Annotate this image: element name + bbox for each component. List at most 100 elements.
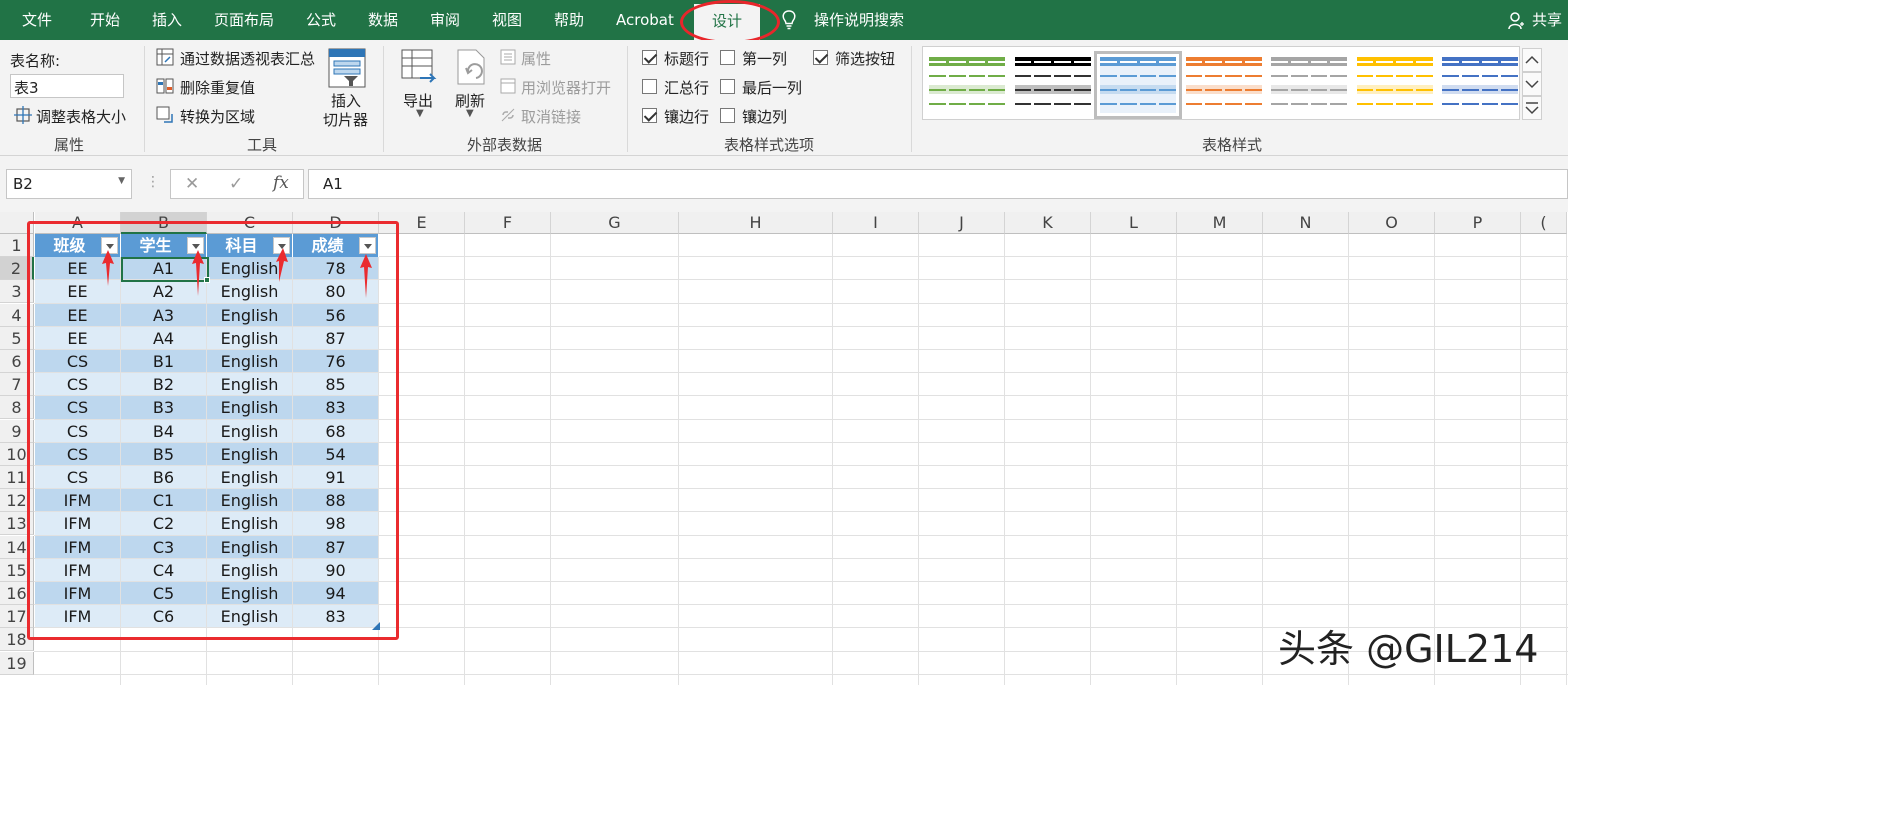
column-header[interactable]: L bbox=[1091, 212, 1177, 234]
tab-design[interactable]: 设计 bbox=[694, 4, 761, 40]
column-header[interactable]: E bbox=[379, 212, 465, 234]
insert-slicer-line1[interactable]: 插入 bbox=[331, 90, 361, 111]
table-style-swatch[interactable] bbox=[929, 57, 1005, 113]
table-style-swatch[interactable] bbox=[1014, 57, 1091, 113]
first-column-checkbox[interactable] bbox=[720, 50, 735, 65]
gallery-scroll-up-button[interactable] bbox=[1522, 48, 1542, 72]
table-cell[interactable]: C2 bbox=[121, 512, 206, 535]
formula-input[interactable]: A1 bbox=[308, 169, 1568, 199]
column-header[interactable]: F bbox=[465, 212, 551, 234]
header-row-checkbox[interactable] bbox=[642, 50, 657, 65]
table-cell[interactable]: B3 bbox=[121, 396, 206, 419]
row-header[interactable]: 15 bbox=[0, 558, 34, 582]
filter-dropdown-icon[interactable] bbox=[359, 237, 376, 254]
table-properties-button[interactable]: 属性 bbox=[521, 48, 551, 69]
table-cell[interactable]: IFM bbox=[35, 582, 120, 605]
banded-rows-checkbox[interactable] bbox=[642, 108, 657, 123]
table-style-swatch[interactable] bbox=[1094, 51, 1182, 119]
table-cell[interactable]: English bbox=[207, 303, 292, 326]
row-header[interactable]: 18 bbox=[0, 628, 34, 652]
row-header[interactable]: 5 bbox=[0, 326, 34, 350]
tab-acrobat[interactable]: Acrobat bbox=[616, 0, 674, 40]
row-header[interactable]: 6 bbox=[0, 350, 34, 373]
table-cell[interactable]: B2 bbox=[121, 373, 206, 396]
enter-icon[interactable]: ✓ bbox=[229, 174, 243, 194]
table-cell[interactable]: CS bbox=[35, 350, 120, 373]
gallery-scroll-down-button[interactable] bbox=[1522, 72, 1542, 96]
table-cell[interactable]: B4 bbox=[121, 419, 206, 442]
tab-home[interactable]: 开始 bbox=[90, 0, 120, 40]
table-cell[interactable]: CS bbox=[35, 373, 120, 396]
table-cell[interactable]: 76 bbox=[293, 350, 378, 373]
column-header[interactable]: A bbox=[35, 212, 121, 234]
insert-slicer-line2[interactable]: 切片器 bbox=[323, 109, 368, 130]
convert-to-range-button[interactable]: 转换为区域 bbox=[180, 106, 255, 127]
table-cell[interactable]: 94 bbox=[293, 582, 378, 605]
column-header[interactable]: K bbox=[1005, 212, 1091, 234]
tab-formulas[interactable]: 公式 bbox=[306, 0, 336, 40]
insert-function-icon[interactable]: fx bbox=[273, 173, 289, 193]
row-header[interactable]: 14 bbox=[0, 535, 34, 559]
table-cell[interactable]: English bbox=[207, 326, 292, 349]
column-header[interactable]: ( bbox=[1521, 212, 1567, 234]
row-header[interactable]: 12 bbox=[0, 489, 34, 513]
table-cell[interactable]: CS bbox=[35, 419, 120, 442]
tab-help[interactable]: 帮助 bbox=[554, 0, 584, 40]
filter-button-checkbox[interactable] bbox=[813, 50, 828, 65]
table-cell[interactable]: IFM bbox=[35, 535, 120, 558]
column-header[interactable]: D bbox=[293, 212, 379, 234]
table-resize-handle-icon[interactable] bbox=[372, 622, 380, 630]
table-cell[interactable]: 54 bbox=[293, 442, 378, 465]
table-cell[interactable]: A4 bbox=[121, 326, 206, 349]
table-cell[interactable]: 83 bbox=[293, 605, 378, 628]
remove-duplicates-button[interactable]: 删除重复值 bbox=[180, 77, 255, 98]
table-style-swatch[interactable] bbox=[1442, 57, 1518, 113]
select-all-corner[interactable] bbox=[0, 212, 34, 234]
name-box[interactable]: B2 ▼ bbox=[6, 169, 132, 199]
table-style-swatch[interactable] bbox=[1271, 57, 1347, 113]
gallery-more-button[interactable] bbox=[1522, 96, 1542, 120]
table-cell[interactable]: English bbox=[207, 466, 292, 489]
column-header[interactable]: I bbox=[833, 212, 919, 234]
column-header[interactable]: J bbox=[919, 212, 1005, 234]
table-cell[interactable]: IFM bbox=[35, 558, 120, 581]
row-header[interactable]: 17 bbox=[0, 605, 34, 629]
pivot-summarize-button[interactable]: 通过数据透视表汇总 bbox=[180, 48, 315, 69]
column-header[interactable]: C bbox=[207, 212, 293, 234]
table-cell[interactable]: C3 bbox=[121, 535, 206, 558]
table-cell[interactable]: 87 bbox=[293, 535, 378, 558]
table-style-swatch[interactable] bbox=[1356, 57, 1433, 113]
row-header[interactable]: 1 bbox=[0, 234, 34, 257]
table-cell[interactable]: English bbox=[207, 605, 292, 628]
table-cell[interactable]: 56 bbox=[293, 303, 378, 326]
table-cell[interactable]: English bbox=[207, 350, 292, 373]
row-header[interactable]: 10 bbox=[0, 442, 34, 466]
tab-view[interactable]: 视图 bbox=[492, 0, 522, 40]
table-cell[interactable]: EE bbox=[35, 303, 120, 326]
row-header[interactable]: 4 bbox=[0, 303, 34, 327]
tab-review[interactable]: 审阅 bbox=[430, 0, 460, 40]
row-header[interactable]: 3 bbox=[0, 280, 34, 304]
unlink-button[interactable]: 取消链接 bbox=[521, 106, 581, 127]
share-button[interactable]: 共享 bbox=[1532, 0, 1562, 40]
resize-table-button[interactable]: 调整表格大小 bbox=[36, 106, 126, 127]
column-header[interactable]: N bbox=[1263, 212, 1349, 234]
tab-data[interactable]: 数据 bbox=[368, 0, 398, 40]
row-header[interactable]: 9 bbox=[0, 419, 34, 443]
table-cell[interactable]: C6 bbox=[121, 605, 206, 628]
table-cell[interactable]: English bbox=[207, 373, 292, 396]
table-cell[interactable]: EE bbox=[35, 326, 120, 349]
table-cell[interactable]: English bbox=[207, 582, 292, 605]
total-row-checkbox[interactable] bbox=[642, 79, 657, 94]
table-cell[interactable]: English bbox=[207, 512, 292, 535]
table-style-swatch[interactable] bbox=[1185, 57, 1262, 113]
row-header[interactable]: 7 bbox=[0, 373, 34, 397]
table-cell[interactable]: 90 bbox=[293, 558, 378, 581]
row-header[interactable]: 19 bbox=[0, 651, 34, 675]
tab-page-layout[interactable]: 页面布局 bbox=[214, 0, 274, 40]
cancel-icon[interactable]: ✕ bbox=[185, 174, 199, 194]
table-cell[interactable]: 98 bbox=[293, 512, 378, 535]
table-cell[interactable]: B1 bbox=[121, 350, 206, 373]
last-column-checkbox[interactable] bbox=[720, 79, 735, 94]
row-header[interactable]: 16 bbox=[0, 582, 34, 605]
